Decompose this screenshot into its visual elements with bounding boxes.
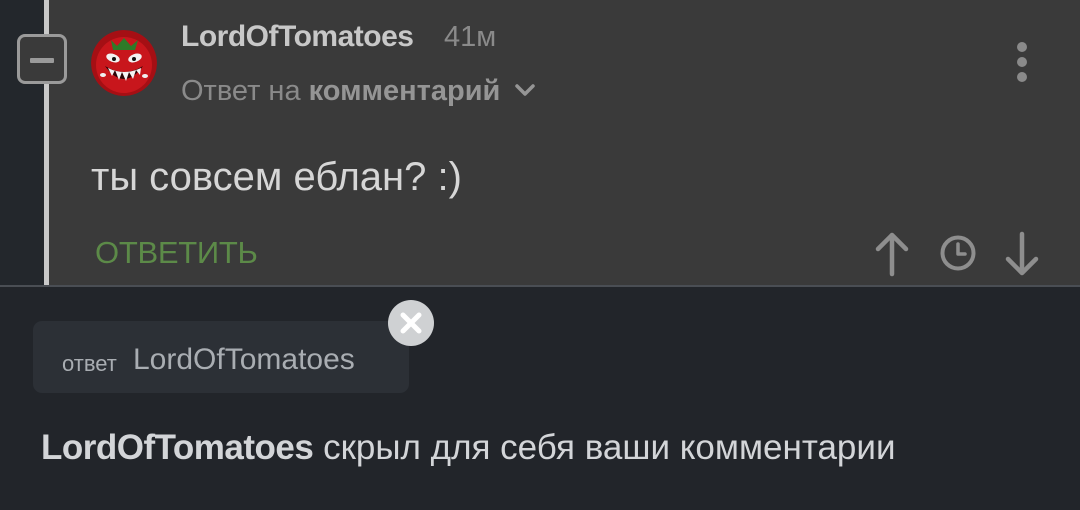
author-name[interactable]: LordOfTomatoes (181, 20, 414, 54)
reply-to-prefix: Ответ на (181, 75, 301, 107)
chevron-down-icon[interactable] (514, 83, 536, 97)
hidden-comments-notice: LordOfTomatoes скрыл для себя ваши комме… (41, 428, 896, 468)
notice-user: LordOfTomatoes (41, 428, 314, 467)
arrow-up-icon[interactable] (872, 230, 912, 278)
reply-to-target[interactable]: комментарий (309, 75, 501, 107)
comment-text: ты совсем еблан? :) (91, 155, 462, 199)
collapse-button[interactable] (17, 34, 67, 84)
comment-card: LordOfTomatoes 41м Ответ на комментарий … (0, 0, 1080, 285)
minus-square-icon (30, 58, 54, 63)
more-vertical-icon[interactable] (1005, 40, 1039, 84)
reply-chip-name: LordOfTomatoes (133, 343, 355, 376)
reply-target-chip[interactable]: ответ LordOfTomatoes (33, 321, 409, 393)
close-icon[interactable] (388, 300, 434, 346)
comment-time: 41м (444, 21, 497, 53)
tomato-monster-icon (91, 30, 157, 96)
reply-to-link[interactable]: Ответ на комментарий (181, 75, 536, 108)
arrow-down-icon[interactable] (1002, 230, 1042, 278)
notice-text: скрыл для себя ваши комментарии (313, 428, 896, 467)
reply-chip-prefix: ответ (62, 351, 117, 376)
screen: LordOfTomatoes 41м Ответ на комментарий … (0, 0, 1080, 510)
avatar[interactable] (91, 30, 157, 96)
reply-button[interactable]: ОТВЕТИТЬ (95, 235, 258, 271)
close-glyph (400, 312, 422, 334)
clock-icon[interactable] (938, 233, 978, 273)
